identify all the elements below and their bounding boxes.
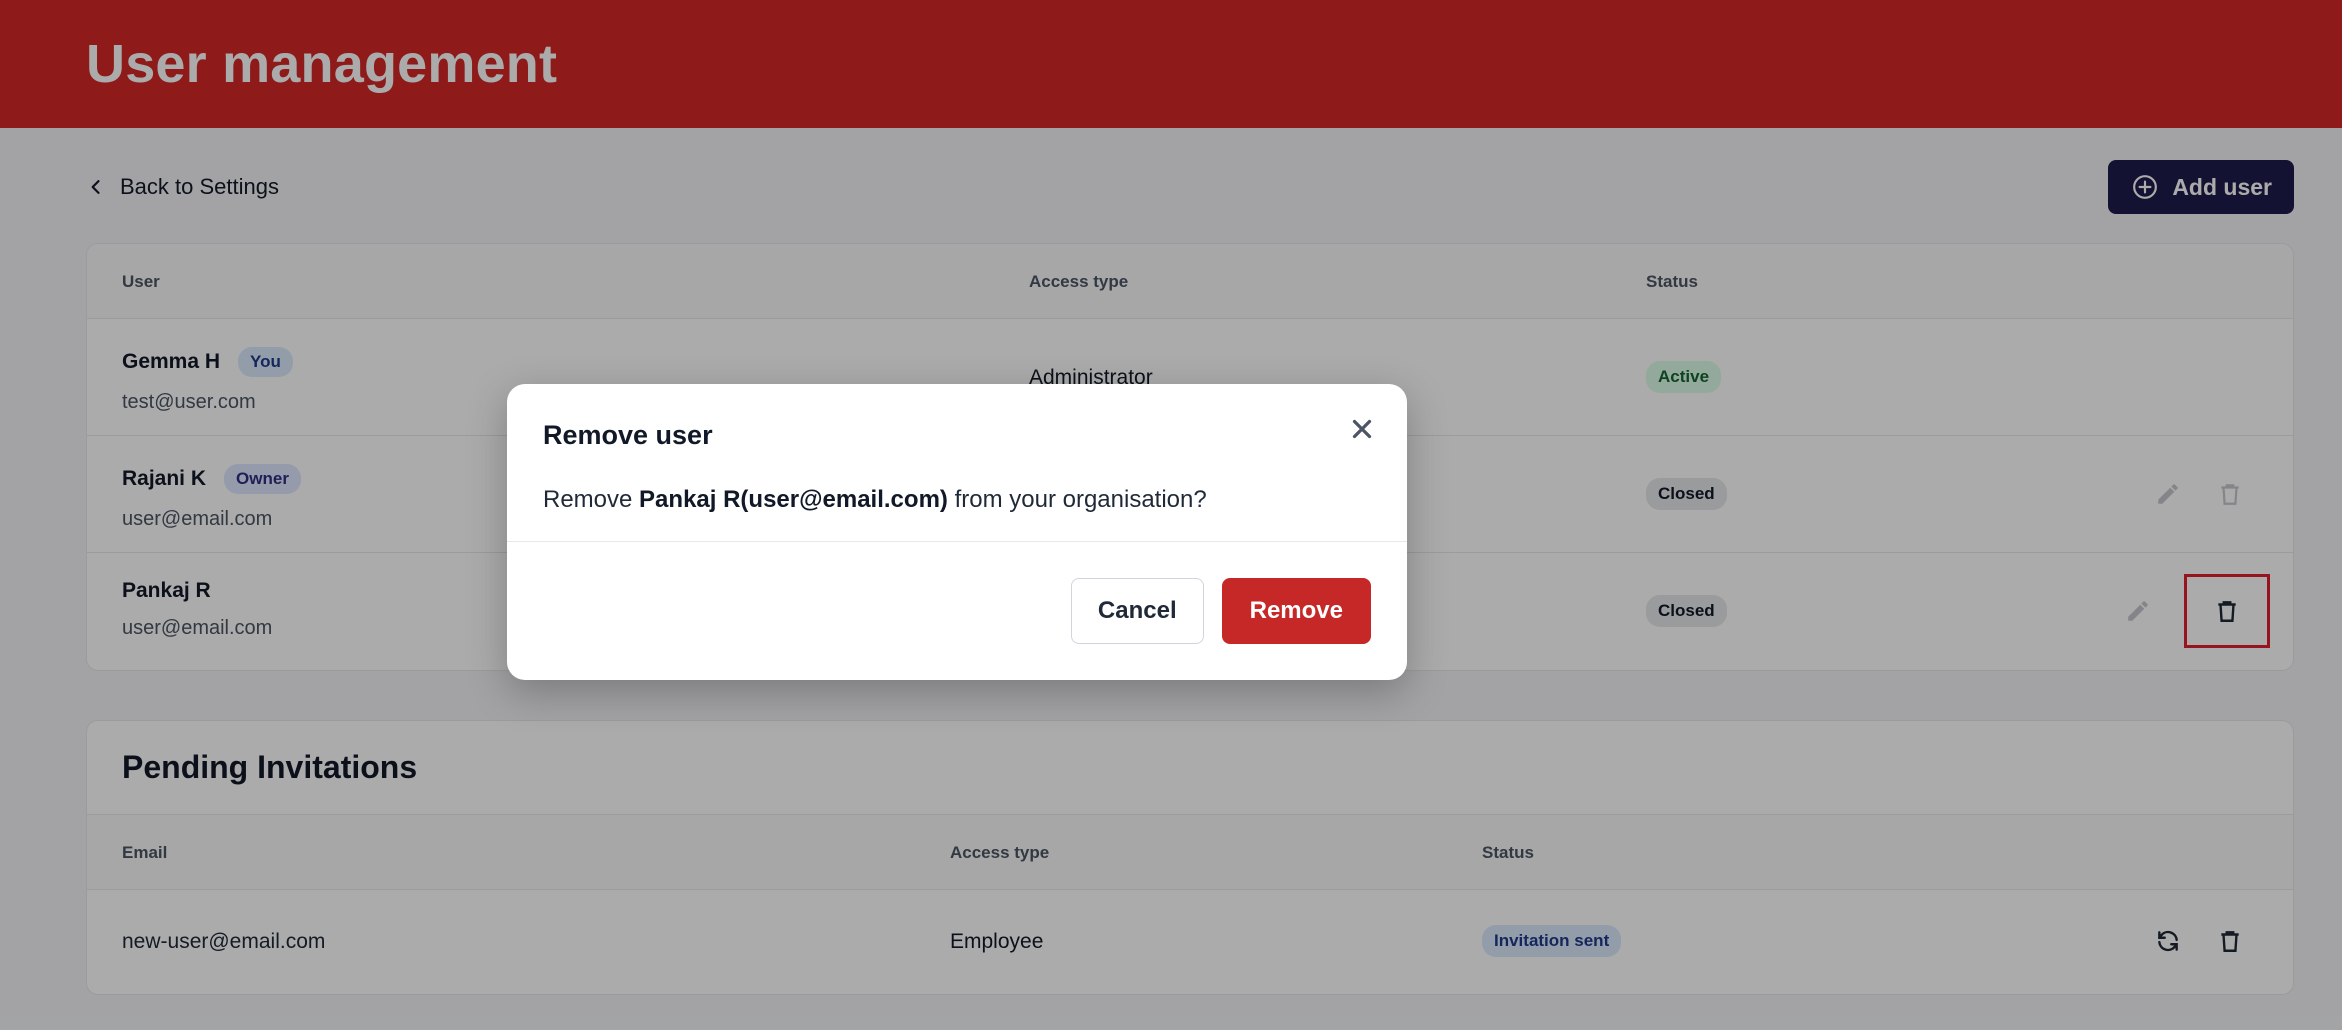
dialog-divider [507, 541, 1407, 542]
dialog-message: Remove Pankaj R(user@email.com) from you… [543, 486, 1207, 513]
remove-button[interactable]: Remove [1221, 578, 1371, 644]
cancel-button[interactable]: Cancel [1070, 578, 1204, 644]
dialog-buttons: Cancel Remove [1070, 578, 1371, 644]
remove-user-dialog: Remove user Remove Pankaj R(user@email.c… [507, 384, 1407, 680]
dialog-title: Remove user [543, 420, 713, 450]
page: User management Back to Settings Add use… [0, 0, 2342, 1030]
close-button[interactable] [1347, 414, 1377, 444]
dialog-target-user: Pankaj R(user@email.com) [639, 486, 948, 513]
close-icon [1352, 419, 1372, 439]
